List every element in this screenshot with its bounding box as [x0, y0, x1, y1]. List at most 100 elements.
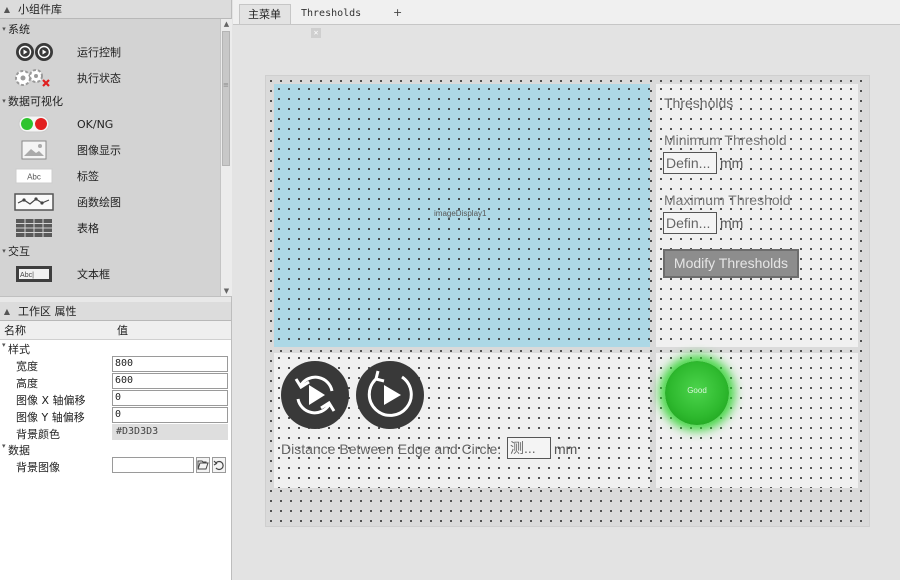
- widget-label: 文本框: [77, 268, 110, 281]
- widget-library-list: ▾ 系统 运行控制 执行状态 ▾ 数据可视化 OK/NG 图像显示 Abc 标签…: [0, 19, 220, 296]
- workspace-canvas[interactable]: imageDisplay1 Thresholds Minimum Thresho…: [265, 75, 870, 527]
- expand-arrow-icon: ▾: [2, 25, 6, 33]
- label-icon: Abc: [14, 165, 54, 187]
- y-offset-field[interactable]: 0: [112, 407, 228, 423]
- widget-run-control[interactable]: 运行控制: [0, 39, 220, 65]
- ok-ng-icon: [14, 113, 54, 135]
- widget-library-header[interactable]: ▲ 小组件库: [0, 0, 231, 19]
- expand-arrow-icon: ▾: [2, 97, 6, 105]
- image-display-icon: [14, 139, 54, 161]
- group-label: 样式: [8, 343, 30, 356]
- exec-status-icon: [14, 67, 54, 89]
- max-threshold-input[interactable]: Defin...: [663, 212, 717, 234]
- run-once-icon: [294, 375, 336, 415]
- widget-label: 函数绘图: [77, 196, 121, 209]
- widget-label: 运行控制: [77, 46, 121, 59]
- property-name: 背景颜色: [16, 428, 60, 441]
- group-label: 数据: [8, 444, 30, 457]
- properties-column-header: 名称 值: [0, 321, 231, 340]
- distance-value-field[interactable]: 测...: [507, 437, 551, 459]
- height-field[interactable]: 600: [112, 373, 228, 389]
- property-name: 宽度: [16, 360, 38, 373]
- category-label: 系统: [8, 23, 30, 36]
- category-data-visualization[interactable]: ▾ 数据可视化: [0, 91, 220, 111]
- widget-function-plot[interactable]: 函数绘图: [0, 189, 220, 215]
- property-group-data[interactable]: ▾ 数据: [0, 441, 231, 457]
- property-group-style[interactable]: ▾ 样式: [0, 340, 231, 356]
- widget-library-title: 小组件库: [18, 3, 62, 16]
- property-image-y-offset: 图像 Y 轴偏移 0: [0, 407, 231, 424]
- run-continuous-icon: [367, 370, 413, 417]
- run-control-icon: [14, 41, 54, 63]
- property-name: 图像 X 轴偏移: [16, 394, 86, 407]
- min-threshold-label: Minimum Threshold: [664, 132, 787, 148]
- scrollbar-thumb[interactable]: [222, 31, 230, 166]
- close-tab-icon[interactable]: ✕: [311, 28, 321, 38]
- distance-label: Distance Between Edge and Circle:: [281, 441, 502, 457]
- textbox-preview-text: Abc|: [20, 272, 34, 279]
- tab-bar: 主菜单 Thresholds ✕ +: [233, 0, 900, 38]
- tab-main-menu[interactable]: 主菜单: [239, 4, 291, 24]
- image-display-label: imageDisplay1: [434, 209, 487, 218]
- column-value-header: 值: [117, 324, 128, 337]
- max-threshold-label: Maximum Threshold: [664, 192, 791, 208]
- image-display-widget[interactable]: imageDisplay1: [274, 84, 650, 347]
- table-icon: [14, 217, 54, 239]
- widget-list-scrollbar[interactable]: ▲ ≡ ▼: [220, 19, 232, 296]
- properties-title: 工作区 属性: [18, 305, 77, 318]
- expand-arrow-icon: ▾: [2, 247, 6, 255]
- property-image-x-offset: 图像 X 轴偏移 0: [0, 390, 231, 407]
- run-continuous-button[interactable]: [356, 361, 424, 429]
- properties-header[interactable]: ▲ 工作区 属性: [0, 302, 231, 321]
- property-height: 高度 600: [0, 373, 231, 390]
- widget-ok-ng[interactable]: OK/NG: [0, 111, 220, 137]
- widget-textbox[interactable]: Abc| 文本框: [0, 261, 220, 287]
- expand-arrow-icon: ▾: [2, 341, 6, 349]
- tab-label: Thresholds: [301, 8, 362, 19]
- tab-thresholds[interactable]: Thresholds ✕: [293, 4, 385, 38]
- reset-icon[interactable]: [212, 457, 226, 473]
- function-plot-icon: [14, 191, 54, 213]
- category-system[interactable]: ▾ 系统: [0, 19, 220, 39]
- property-name: 图像 Y 轴偏移: [16, 411, 85, 424]
- widget-label[interactable]: Abc 标签: [0, 163, 220, 189]
- category-label: 数据可视化: [8, 95, 63, 108]
- scroll-down-icon[interactable]: ▼: [221, 286, 232, 296]
- min-threshold-input[interactable]: Defin...: [663, 152, 717, 174]
- open-folder-icon[interactable]: [196, 457, 210, 473]
- widget-label-text: 标签: [77, 170, 99, 183]
- x-offset-field[interactable]: 0: [112, 390, 228, 406]
- background-image-field[interactable]: [112, 457, 194, 473]
- widget-label: OK/NG: [77, 117, 114, 131]
- category-interaction[interactable]: ▾ 交互: [0, 241, 220, 261]
- min-threshold-unit: mm: [720, 155, 744, 171]
- width-field[interactable]: 800: [112, 356, 228, 372]
- status-led-label: Good: [687, 386, 707, 395]
- grip-icon: ≡: [223, 81, 229, 89]
- scroll-up-icon[interactable]: ▲: [221, 19, 232, 29]
- left-panel: ▲ 小组件库 ▾ 系统 运行控制 执行状态 ▾ 数据可视化 OK/NG 图像显示…: [0, 0, 232, 580]
- run-once-button[interactable]: [281, 361, 349, 429]
- widget-table[interactable]: 表格: [0, 215, 220, 241]
- expand-arrow-icon: ▾: [2, 442, 6, 450]
- properties-panel: ▲ 工作区 属性 名称 值 ▾ 样式 宽度 800 高度 600 图像 X 轴偏…: [0, 302, 231, 580]
- max-threshold-unit: mm: [720, 215, 744, 231]
- distance-unit: mm: [554, 441, 578, 457]
- add-tab-button[interactable]: +: [393, 6, 402, 19]
- widget-exec-status[interactable]: 执行状态: [0, 65, 220, 91]
- tab-label: 主菜单: [248, 8, 281, 21]
- widget-image-display[interactable]: 图像显示: [0, 137, 220, 163]
- status-led-indicator: Good: [665, 361, 729, 425]
- property-background-color: 背景颜色 #D3D3D3: [0, 424, 231, 441]
- widget-label: 图像显示: [77, 144, 121, 157]
- collapse-icon[interactable]: ▲: [0, 307, 14, 316]
- textbox-icon: Abc|: [14, 263, 54, 285]
- modify-thresholds-button[interactable]: Modify Thresholds: [663, 249, 799, 278]
- property-name: 高度: [16, 377, 38, 390]
- column-name-header: 名称: [4, 324, 26, 337]
- collapse-icon[interactable]: ▲: [0, 5, 14, 14]
- thresholds-title: Thresholds: [664, 95, 734, 111]
- category-label: 交互: [8, 245, 30, 258]
- property-width: 宽度 800: [0, 356, 231, 373]
- background-color-field[interactable]: #D3D3D3: [112, 424, 228, 440]
